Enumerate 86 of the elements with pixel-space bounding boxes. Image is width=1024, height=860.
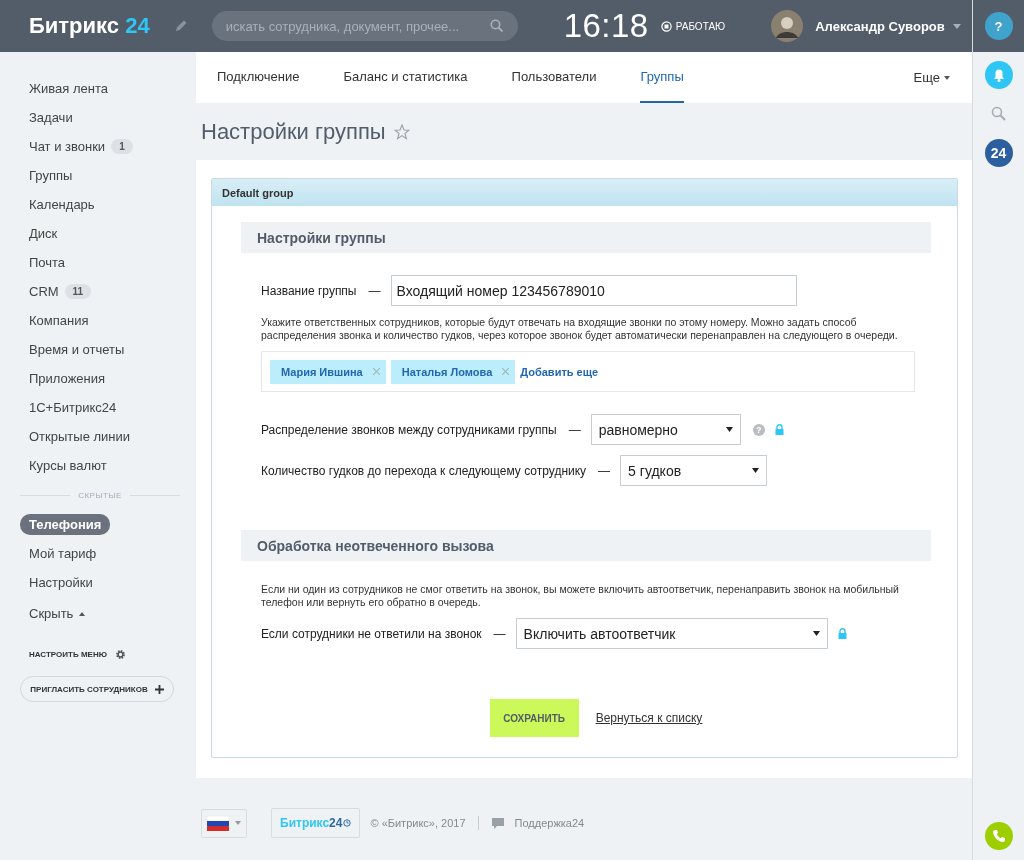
chat-icon [490, 816, 505, 830]
dropdown[interactable]: 5 гудков [620, 455, 768, 486]
user-name[interactable]: Александр Суворов [815, 18, 945, 34]
pencil-icon[interactable] [173, 19, 188, 33]
copyright: © «Битрикс», 2017 [370, 817, 466, 829]
card-title: Default group [222, 186, 294, 199]
search-field[interactable]: искать сотрудника, документ, прочее... [211, 11, 518, 41]
save-button[interactable]: СОХРАНИТЬ [489, 699, 579, 737]
logo-badge[interactable]: Битрикс24 [271, 808, 361, 838]
menu-item[interactable]: Телефония [20, 514, 111, 535]
section-label: СКРЫТЫЕ [78, 490, 122, 500]
bell-icon[interactable] [984, 61, 1013, 89]
section-title: Обработка неотвеченного вызова [257, 537, 494, 554]
counter: 11 [64, 284, 92, 299]
language-button[interactable] [201, 808, 247, 838]
logo[interactable]: Битрикс 24 [29, 13, 150, 39]
menu-item[interactable]: Календарь [29, 197, 95, 212]
section-title: Настройки группы [257, 229, 386, 246]
dash: — [568, 422, 581, 437]
menu-item[interactable]: Открытые линии [29, 429, 131, 444]
menu-item[interactable]: Задачи [29, 110, 73, 125]
tab[interactable]: Группы [640, 52, 684, 103]
menu-item[interactable]: Компания [29, 313, 89, 328]
user-tag[interactable]: Наталья Ломова [390, 359, 516, 384]
gear-icon[interactable] [114, 648, 126, 660]
user-tag[interactable]: Мария Ившина [270, 359, 386, 384]
menu-item[interactable]: Живая лента [29, 81, 108, 96]
caret-icon [752, 468, 760, 473]
field-label: Количество гудков до перехода к следующему сотруднику [261, 463, 587, 478]
caret-icon [812, 631, 820, 636]
menu-item[interactable]: 1С+Битрикс24 [29, 400, 117, 415]
more-tab[interactable]: Еще [913, 52, 950, 103]
dropdown[interactable]: равномерно [590, 414, 741, 445]
field-label: Распределение звонков между сотрудниками группы [261, 422, 557, 437]
bitrix24-button[interactable]: 24 [984, 139, 1013, 167]
menu-item[interactable]: Время и отчеты [29, 342, 125, 357]
close-icon[interactable] [372, 368, 380, 375]
close-icon[interactable] [502, 368, 510, 375]
dash: — [598, 463, 611, 478]
star-icon[interactable] [393, 123, 410, 140]
phone-icon[interactable] [984, 822, 1013, 850]
collapse-link[interactable]: Скрыть [29, 606, 74, 621]
group-name-field[interactable]: Входящий номер 123456789010 [390, 275, 797, 306]
menu-item[interactable]: Курсы валют [29, 458, 107, 473]
clock-time: 16:18 [563, 7, 649, 45]
plus-icon [154, 684, 164, 694]
tab[interactable]: Подключение [217, 52, 300, 103]
menu-item[interactable]: Группы [29, 168, 73, 183]
hint-text: Укажите ответственных сотрудников, которые будут отвечать на входящие звонки по этому номеру. Можно задать способ распределения звонка и количество гудков, через которое звонок будет автоматически перенаправлен на следующего в очереди. [261, 316, 899, 342]
search-icon[interactable] [990, 106, 1007, 122]
tab[interactable]: Баланс и статистика [343, 52, 468, 103]
configure-menu-link[interactable]: НАСТРОИТЬ МЕНЮ [29, 649, 107, 659]
user-selector[interactable]: Мария Ившина Наталья Ломова Добавить еще [261, 351, 915, 392]
record-icon[interactable] [660, 20, 672, 32]
field-label: Название группы [261, 283, 357, 298]
menu-item[interactable]: Приложения [29, 371, 106, 386]
menu-item[interactable]: Чат и звонки [29, 139, 106, 154]
dash: — [368, 283, 381, 298]
menu-item[interactable]: Диск [29, 226, 58, 241]
dash: — [493, 626, 506, 641]
caret-icon [725, 427, 733, 432]
back-link[interactable]: Вернуться к списку [595, 711, 703, 725]
menu-item[interactable]: Настройки [29, 575, 93, 590]
caret-icon[interactable] [79, 611, 86, 616]
add-more-link[interactable]: Добавить еще [520, 365, 599, 378]
caret-icon[interactable] [952, 23, 961, 29]
menu-item[interactable]: Почта [29, 255, 66, 270]
user-name[interactable]: Наталья Ломова [401, 365, 493, 378]
search-icon[interactable] [489, 19, 504, 33]
field-label: Если сотрудники не ответили на звонок [261, 626, 482, 641]
user-name[interactable]: Мария Ившина [281, 365, 363, 378]
avatar[interactable] [771, 10, 804, 42]
work-status[interactable]: РАБОТАЮ [675, 20, 726, 32]
dropdown[interactable]: Включить автоответчик [515, 618, 828, 649]
hint-text: Если ни один из сотрудников не смог ответить на звонок, вы можете включить автоответчик, перенаправить звонок на мобильный телефон или вернуть его обратно в очередь. [261, 583, 900, 609]
counter: 1 [111, 139, 133, 154]
tab[interactable]: Пользователи [511, 52, 597, 103]
lock-icon[interactable] [774, 424, 784, 435]
caret-icon [235, 821, 241, 825]
menu-item[interactable]: Мой тариф [29, 546, 97, 561]
caret-icon [944, 75, 950, 80]
flag-icon [207, 815, 229, 831]
menu-item[interactable]: CRM [29, 284, 59, 299]
clock-icon [343, 819, 352, 827]
page-title: Настройки группы [201, 118, 386, 145]
lock-icon[interactable] [837, 628, 847, 639]
